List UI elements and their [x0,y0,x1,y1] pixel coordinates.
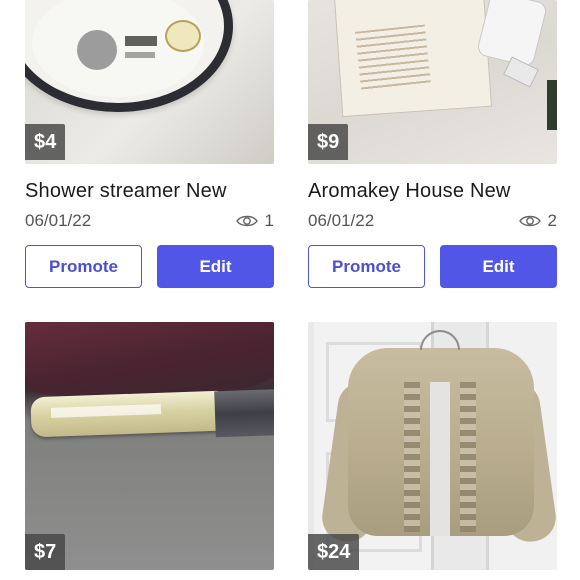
listing-date: 06/01/22 [25,211,92,230]
listing-actions: Promote Edit [25,245,274,288]
listing-image[interactable]: $4 [25,0,274,164]
listing-image[interactable]: $24 [308,322,557,570]
listing-actions: Promote Edit [308,245,557,288]
eye-icon [235,215,258,227]
edit-button[interactable]: Edit [157,245,274,288]
price-badge: $9 [308,124,349,160]
listing-date: 06/01/22 [308,211,375,230]
views-count: 1 [235,211,274,231]
price-badge: $4 [25,124,66,160]
eye-icon [518,215,541,227]
listing-image[interactable]: $7 [25,322,274,570]
listing-meta: 06/01/22 1 [25,211,274,231]
listing-card[interactable]: $9 Aromakey House New 06/01/22 2 Promote… [308,0,557,288]
listing-title[interactable]: Shower streamer New [25,180,274,203]
price-badge: $7 [25,534,66,570]
price-badge: $24 [308,534,360,570]
edit-button[interactable]: Edit [440,245,557,288]
promote-button[interactable]: Promote [25,245,142,288]
listing-card[interactable]: $24 [308,322,557,570]
promote-button[interactable]: Promote [308,245,425,288]
listing-image[interactable]: $9 [308,0,557,164]
listing-card[interactable]: $7 [25,322,274,570]
views-number: 2 [547,211,557,230]
views-count: 2 [518,211,557,231]
listing-meta: 06/01/22 2 [308,211,557,231]
views-number: 1 [264,211,274,230]
listing-card[interactable]: $4 Shower streamer New 06/01/22 1 Promot… [25,0,274,288]
listing-title[interactable]: Aromakey House New [308,180,557,203]
